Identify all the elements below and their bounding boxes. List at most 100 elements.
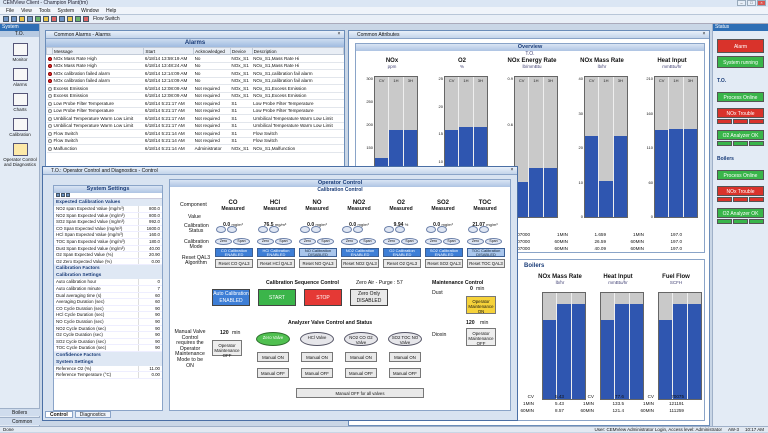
dioxin-operator-maintenance-off[interactable]: Operator Maintenance OFF <box>466 328 496 346</box>
settings-group-header[interactable]: System Settings <box>54 358 162 366</box>
settings-row[interactable]: Reference Temperature (°C) 0.00 <box>54 372 162 380</box>
start-button[interactable]: START <box>258 289 296 306</box>
calibration-toggle-so2[interactable]: SO2 Calibration ENABLED <box>425 248 463 257</box>
flow-switch-label[interactable]: Flow Switch <box>93 16 120 22</box>
span-button[interactable]: Span <box>275 238 292 245</box>
settings-group-header[interactable]: Calibration Factors <box>54 265 162 273</box>
menu-view[interactable]: View <box>21 7 32 14</box>
calibration-toggle-no2[interactable]: NO2 Calibration ENABLED <box>341 248 379 257</box>
zero-button[interactable]: Zero <box>425 238 442 245</box>
zero-button[interactable]: Zero <box>467 238 484 245</box>
alarm-indicator[interactable]: Alarm <box>717 39 764 53</box>
zero-button[interactable]: Zero <box>299 238 316 245</box>
new-icon[interactable] <box>3 16 9 22</box>
stop-button[interactable]: STOP <box>304 289 342 306</box>
dust-operator-maintenance-on[interactable]: Operator Maintenance ON <box>466 296 496 314</box>
setting-value[interactable]: 180.0 <box>138 238 160 245</box>
column-header-start[interactable]: Start <box>143 47 195 55</box>
settings-row[interactable]: SO2 Cycle Duration (sec) 90 <box>54 338 162 346</box>
setting-value[interactable]: 40.00 <box>138 245 160 252</box>
manual-on-button[interactable]: Manual ON <box>389 352 421 362</box>
reset-qal3-o2[interactable]: Reset O2 QAL3 <box>383 259 421 268</box>
play-icon[interactable] <box>75 16 81 22</box>
setting-value[interactable]: 90 <box>138 338 160 345</box>
tab-diagnostics[interactable]: Diagnostics <box>74 411 111 418</box>
span-button[interactable]: Span <box>443 238 460 245</box>
alarm-row[interactable]: NOx Mass Rate High 6/18/14 13:59:19 AM No N… <box>46 54 344 63</box>
setting-value[interactable]: 90 <box>138 325 160 332</box>
settings-row[interactable]: Reference O2 (%) 11.00 <box>54 365 162 373</box>
nav-item-charts[interactable]: Charts <box>0 93 40 112</box>
alarm-row[interactable]: Excess Emission 6/18/14 12:08:09 AM Not re… <box>46 84 344 93</box>
settings-row[interactable]: CO Span Expected Value (mg/m³) 1600.0 <box>54 225 162 233</box>
alarm-row[interactable]: NOx calibration failed alarm 6/18/14 12:1… <box>46 69 344 78</box>
manual-off-button[interactable]: Manual OFF <box>257 368 289 378</box>
manual-on-button[interactable]: Manual ON <box>301 352 333 362</box>
menu-file[interactable]: File <box>6 7 14 14</box>
settings-group-header[interactable]: Confidence Factors <box>54 351 162 359</box>
column-header-description[interactable]: Description <box>251 47 345 55</box>
chart-icon[interactable] <box>67 16 73 22</box>
settings-row[interactable]: O2 Zero Expected Value (%) 0.00 <box>54 258 162 266</box>
close-icon[interactable]: × <box>336 32 342 38</box>
manual-off-button[interactable]: Manual OFF <box>389 368 421 378</box>
alarm-row[interactable]: Flow Switch 6/18/14 5:21:14 AM Not require… <box>46 129 344 138</box>
alarm-icon[interactable] <box>43 16 49 22</box>
settings-row[interactable]: O2 Span Expected Value (%) 20.90 <box>54 252 162 259</box>
reset-qal3-so2[interactable]: Reset SO2 QAL3 <box>425 259 463 268</box>
settings-row[interactable]: SO2 Span Expected Value (mg/m³) 992.0 <box>54 219 162 226</box>
reset-qal3-co[interactable]: Reset CO QAL3 <box>215 259 253 268</box>
zero-button[interactable]: Zero <box>215 238 232 245</box>
nav-item-calibration[interactable]: Calibration <box>0 118 40 137</box>
setting-value[interactable]: 800.0 <box>138 206 160 212</box>
setting-value[interactable]: 7 <box>138 285 160 292</box>
reset-qal3-hcl[interactable]: Reset HCl QAL3 <box>257 259 295 268</box>
setting-value[interactable]: 0.00 <box>138 372 160 379</box>
span-button[interactable]: Span <box>401 238 418 245</box>
setting-value[interactable]: 0.00 <box>138 258 160 265</box>
manual-on-button[interactable]: Manual ON <box>257 352 289 362</box>
manual-on-button[interactable]: Manual ON <box>345 352 377 362</box>
alarm-row[interactable]: Excess Emission 6/18/14 12:08:09 AM Not re… <box>46 92 344 100</box>
alarm-row[interactable]: Low Probe Filter Temperature 6/18/14 5:21… <box>46 99 344 108</box>
filter-icon[interactable] <box>61 193 65 197</box>
manual-off-button[interactable]: Manual OFF <box>301 368 333 378</box>
setting-value[interactable]: 90 <box>138 305 160 312</box>
setting-value[interactable]: 60 <box>138 299 160 305</box>
save-icon[interactable] <box>27 16 33 22</box>
settings-group-header[interactable]: Calibration Settings <box>54 272 162 280</box>
menu-system[interactable]: System <box>58 7 75 14</box>
settings-row[interactable]: NO2 Cycle Duration (sec) 90 <box>54 325 162 333</box>
settings-row[interactable]: TOC Span Expected Value (mg/m³) 180.0 <box>54 238 162 246</box>
settings-row[interactable]: TOC Cycle Duration (sec) 90 <box>54 345 162 352</box>
span-button[interactable]: Span <box>233 238 250 245</box>
reset-qal3-no2[interactable]: Reset NO2 QAL3 <box>341 259 379 268</box>
column-header-message[interactable]: Message <box>51 47 145 55</box>
manual-off-button[interactable]: Manual OFF <box>345 368 377 378</box>
setting-value[interactable]: 160.0 <box>138 232 160 238</box>
setting-value[interactable]: 0 <box>138 279 160 285</box>
setting-value[interactable]: 90 <box>138 312 160 318</box>
nav-item-alarms[interactable]: Alarms <box>0 68 40 87</box>
settings-row[interactable]: CO Cycle Duration (sec) 90 <box>54 305 162 313</box>
setting-value[interactable]: 90 <box>138 345 160 351</box>
menu-tools[interactable]: Tools <box>39 7 51 14</box>
settings-row[interactable]: Dual averaging time (s) 60 <box>54 292 162 300</box>
setting-value[interactable]: 11.00 <box>138 365 160 372</box>
calibration-toggle-toc[interactable]: TOC Calibration DISABLED <box>467 248 505 257</box>
column-header-device[interactable]: Device <box>229 47 253 55</box>
tab-control[interactable]: Control <box>45 411 73 418</box>
setting-value[interactable]: 800.0 <box>138 212 160 219</box>
settings-row[interactable]: NO2 Span Expected Value (mg/m³) 800.0 <box>54 212 162 220</box>
zero-button[interactable]: Zero <box>257 238 274 245</box>
left-panel-tab[interactable]: T.O. <box>0 31 39 37</box>
close-icon[interactable]: × <box>701 32 707 38</box>
alarm-row[interactable]: NOx calibration failed alarm 6/18/14 12:1… <box>46 77 344 85</box>
calibration-toggle-hcl[interactable]: HCl Calibration ENABLED <box>257 248 295 257</box>
span-button[interactable]: Span <box>359 238 376 245</box>
settings-row[interactable]: Auto calibration hour 0 <box>54 279 162 286</box>
sort-icon[interactable] <box>56 193 60 197</box>
alarm-row[interactable]: Low Probe Filter Temperature 6/18/14 5:21… <box>46 107 344 115</box>
stop-icon[interactable] <box>51 16 57 22</box>
settings-row[interactable]: NO Cycle Duration (sec) 90 <box>54 318 162 326</box>
